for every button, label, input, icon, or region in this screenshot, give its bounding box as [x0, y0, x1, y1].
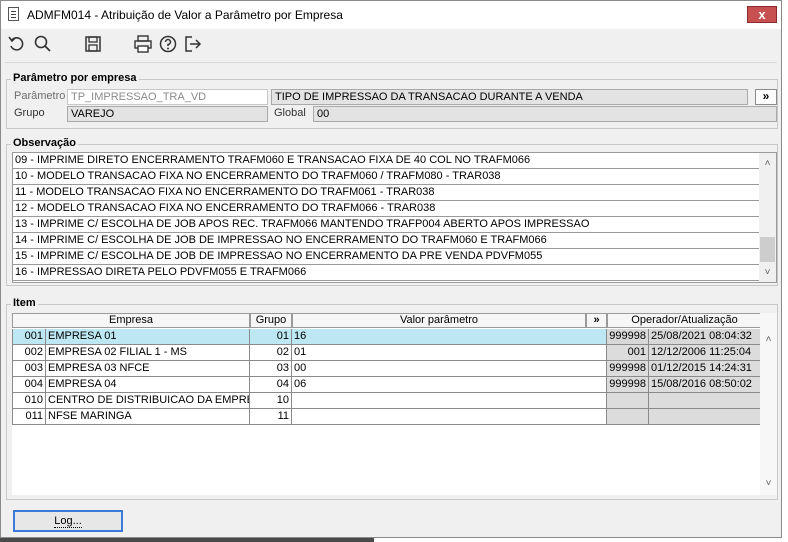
main-window: ADMFM014 - Atribuição de Valor a Parâmet… [0, 0, 782, 538]
cell-grupo: 02 [250, 345, 292, 361]
cell-data [649, 393, 762, 409]
obs-line[interactable]: 11 - MODELO TRANSACAO FIXA NO ENCERRAMEN… [13, 185, 761, 201]
taskbar-strip [0, 538, 374, 542]
obs-line[interactable]: 15 - IMPRIME C/ ESCOLHA DE JOB DE IMPRES… [13, 249, 761, 265]
cell-code: 002 [12, 345, 46, 361]
cell-valor[interactable]: 01 [292, 345, 607, 361]
cell-empresa: EMPRESA 04 [46, 377, 250, 393]
cell-valor[interactable]: 00 [292, 361, 607, 377]
header-operador[interactable]: Operador/Atualização [607, 313, 762, 328]
window-title: ADMFM014 - Atribuição de Valor a Parâmet… [27, 8, 343, 22]
obs-scrollbar[interactable]: ˄ ˅ [759, 153, 776, 282]
param-label: Parâmetro [14, 90, 66, 102]
scroll-down-icon[interactable]: ˅ [762, 268, 773, 278]
log-button[interactable]: Log... [13, 510, 123, 532]
scroll-thumb[interactable] [760, 237, 775, 262]
cell-grupo: 01 [250, 329, 292, 345]
group-label: Grupo [14, 107, 45, 119]
cell-code: 011 [12, 409, 46, 425]
table-row[interactable]: 002 EMPRESA 02 FILIAL 1 - MS 02 01 001 12/12/… [12, 345, 762, 361]
obs-list[interactable]: 09 - IMPRIME DIRETO ENCERRAMENTO TRAFM06… [12, 152, 777, 283]
header-valor[interactable]: Valor parâmetro [292, 313, 586, 328]
toolbar-separator [5, 62, 777, 63]
param-description: TIPO DE IMPRESSAO DA TRANSACAO DURANTE A… [271, 89, 748, 105]
cell-operador: 001 [607, 345, 649, 361]
global-field: 00 [313, 106, 777, 122]
close-button[interactable]: x [747, 6, 777, 23]
cell-operador: 999998 [607, 377, 649, 393]
obs-line[interactable]: 09 - IMPRIME DIRETO ENCERRAMENTO TRAFM06… [13, 153, 761, 169]
cell-code: 001 [12, 329, 46, 345]
search-icon[interactable] [33, 34, 53, 54]
cell-grupo: 04 [250, 377, 292, 393]
table-row[interactable]: 003 EMPRESA 03 NFCE 03 00 999998 01/12/2015 1… [12, 361, 762, 377]
log-label: Log... [54, 515, 82, 528]
item-grid: Empresa Grupo Valor parâmetro » Operador… [12, 313, 777, 495]
param-more-button[interactable]: » [755, 89, 777, 105]
cell-data [649, 409, 762, 425]
cell-data: 01/12/2015 14:24:31 [649, 361, 762, 377]
item-legend: Item [11, 297, 38, 309]
obs-line[interactable]: 14 - IMPRIME C/ ESCOLHA DE JOB DE IMPRES… [13, 233, 761, 249]
cell-grupo: 11 [250, 409, 292, 425]
header-grupo[interactable]: Grupo [250, 313, 292, 328]
cell-operador: 999998 [607, 329, 649, 345]
cell-grupo: 10 [250, 393, 292, 409]
cell-empresa: EMPRESA 03 NFCE [46, 361, 250, 377]
cell-valor[interactable]: 16 [292, 329, 607, 345]
cell-empresa: EMPRESA 01 [46, 329, 250, 345]
cell-empresa: CENTRO DE DISTRIBUICAO DA EMPRESA [46, 393, 250, 409]
save-icon[interactable] [83, 34, 103, 54]
scroll-up-icon[interactable]: ˄ [762, 159, 773, 169]
cell-data: 12/12/2006 11:25:04 [649, 345, 762, 361]
cell-code: 010 [12, 393, 46, 409]
header-empresa[interactable]: Empresa [12, 313, 250, 328]
group-field: VAREJO [67, 106, 268, 122]
cell-empresa: NFSE MARINGA [46, 409, 250, 425]
cell-valor[interactable] [292, 393, 607, 409]
item-group: Item Empresa Grupo Valor parâmetro » Ope… [6, 297, 778, 500]
table-row[interactable]: 001 EMPRESA 01 01 16 999998 25/08/2021 08:04:… [12, 329, 762, 345]
title-bar: ADMFM014 - Atribuição de Valor a Parâmet… [1, 1, 781, 29]
cell-valor[interactable]: 06 [292, 377, 607, 393]
help-icon[interactable] [158, 34, 178, 54]
print-icon[interactable] [133, 34, 153, 54]
obs-line[interactable]: 12 - MODELO TRANSACAO FIXA NO ENCERRAMEN… [13, 201, 761, 217]
global-label: Global [274, 107, 306, 119]
cell-operador [607, 409, 649, 425]
undo-icon[interactable] [7, 34, 27, 54]
cell-data: 25/08/2021 08:04:32 [649, 329, 762, 345]
cell-code: 004 [12, 377, 46, 393]
cell-valor[interactable] [292, 409, 607, 425]
cell-code: 003 [12, 361, 46, 377]
header-more-button[interactable]: » [586, 313, 607, 328]
cell-operador [607, 393, 649, 409]
scroll-down-icon[interactable]: ˅ [763, 479, 774, 489]
obs-rows: 09 - IMPRIME DIRETO ENCERRAMENTO TRAFM06… [13, 153, 761, 281]
document-icon [8, 7, 19, 21]
toolbar [1, 29, 781, 59]
obs-group: Observação 09 - IMPRIME DIRETO ENCERRAME… [6, 137, 778, 286]
param-field[interactable]: TP_IMPRESSAO_TRA_VD [67, 89, 268, 105]
table-row[interactable]: 011 NFSE MARINGA 11 [12, 409, 762, 425]
cell-operador: 999998 [607, 361, 649, 377]
cell-grupo: 03 [250, 361, 292, 377]
item-scrollbar[interactable]: ˄ ˅ [760, 313, 777, 495]
param-group: Parâmetro por empresa Parâmetro TP_IMPRE… [6, 72, 778, 129]
cell-empresa: EMPRESA 02 FILIAL 1 - MS [46, 345, 250, 361]
scroll-up-icon[interactable]: ˄ [763, 335, 774, 345]
obs-line[interactable]: 13 - IMPRIME C/ ESCOLHA DE JOB APOS REC.… [13, 217, 761, 233]
exit-icon[interactable] [183, 34, 203, 54]
obs-legend: Observação [11, 137, 78, 149]
obs-line[interactable]: 10 - MODELO TRANSACAO FIXA NO ENCERRAMEN… [13, 169, 761, 185]
obs-line[interactable]: 16 - IMPRESSAO DIRETA PELO PDVFM055 E TR… [13, 265, 761, 281]
cell-data: 15/08/2016 08:50:02 [649, 377, 762, 393]
table-row[interactable]: 010 CENTRO DE DISTRIBUICAO DA EMPRESA 10 [12, 393, 762, 409]
table-row[interactable]: 004 EMPRESA 04 04 06 999998 15/08/2016 08:50:… [12, 377, 762, 393]
param-legend: Parâmetro por empresa [11, 72, 139, 84]
